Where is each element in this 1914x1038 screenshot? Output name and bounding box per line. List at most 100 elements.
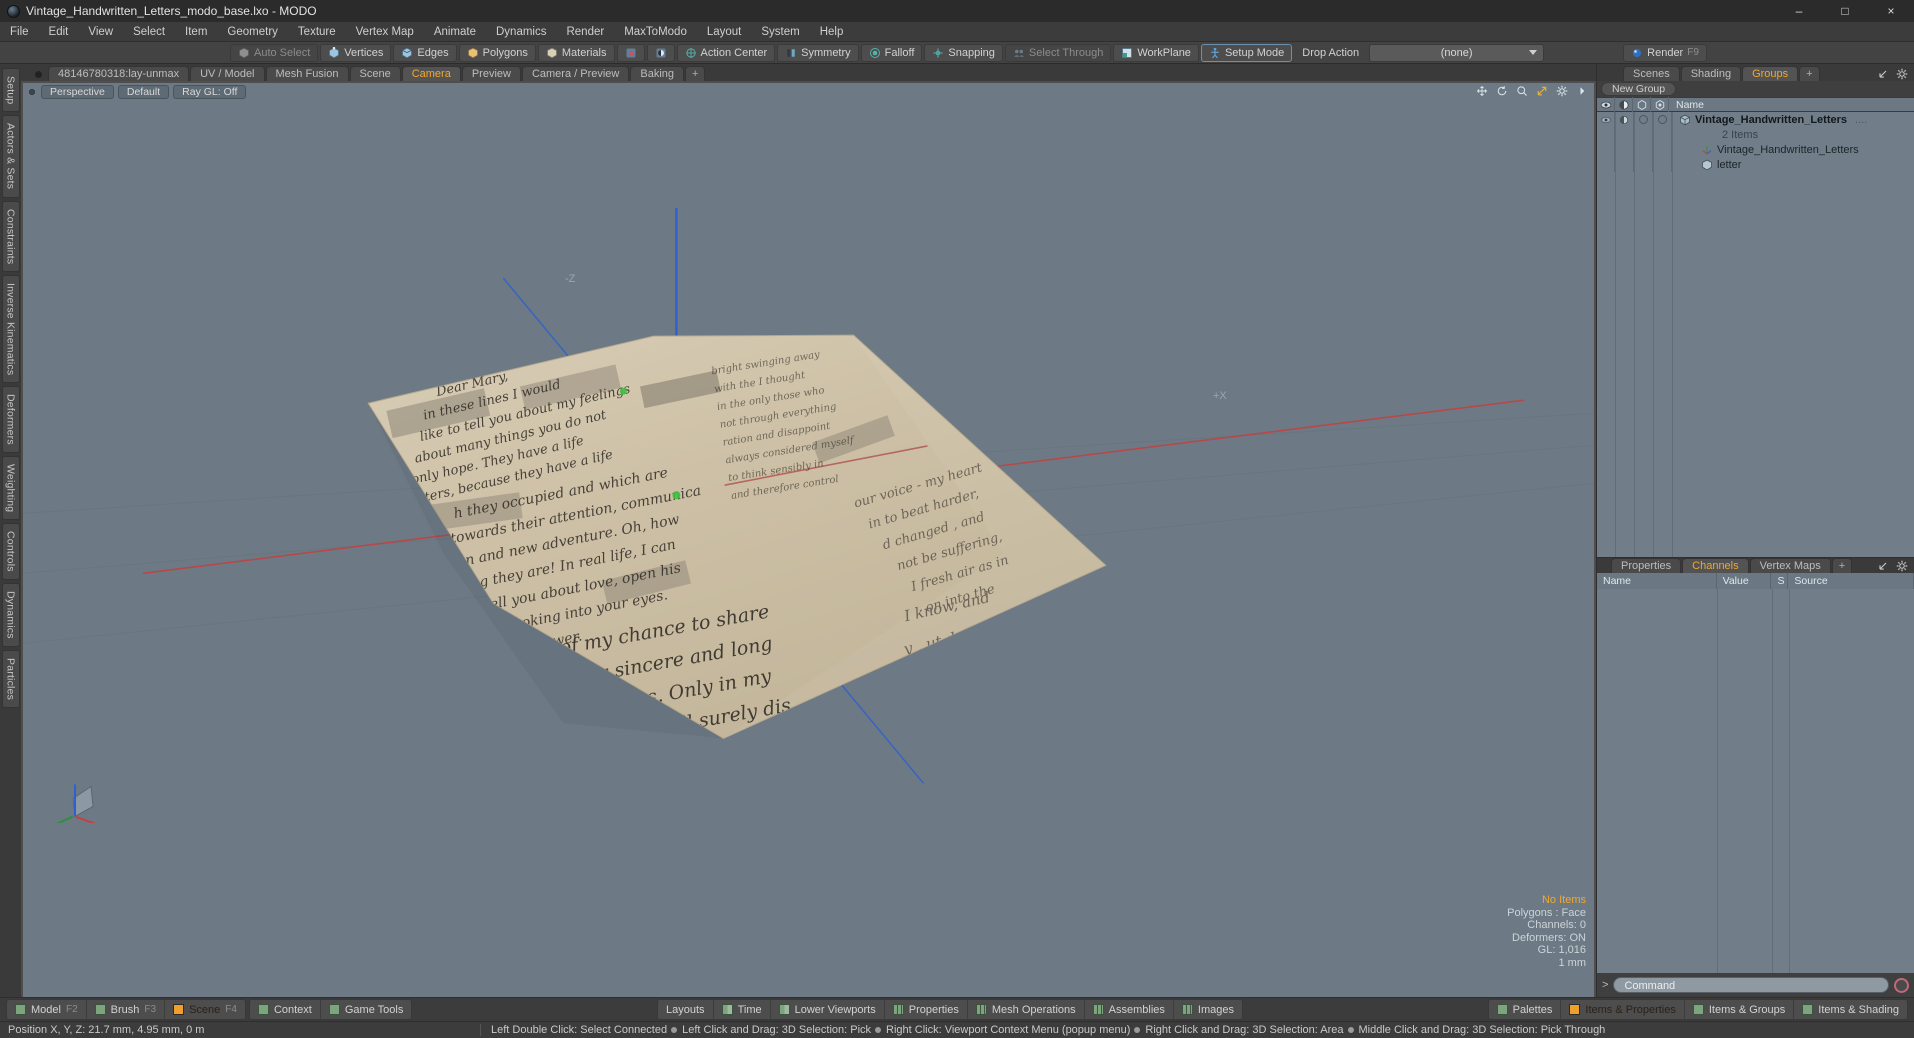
- layout-button-items-groups[interactable]: Items & Groups: [1685, 1000, 1795, 1019]
- layout-button-model[interactable]: Model F2: [7, 1000, 87, 1019]
- toolbar-button-auto-select[interactable]: Auto Select: [230, 43, 319, 62]
- tree-row-wire-cell[interactable]: [1634, 127, 1653, 142]
- viewport-raygl-chip[interactable]: Ray GL: Off: [173, 85, 247, 99]
- toolbar-button-falloff[interactable]: Falloff: [860, 43, 923, 62]
- maximize-button[interactable]: □: [1822, 0, 1868, 22]
- layout-button-assemblies[interactable]: Assemblies: [1085, 1000, 1174, 1019]
- tree-row-label-cell[interactable]: Vintage_Handwritten_Letters: [1672, 144, 1859, 156]
- channels-column-source[interactable]: Source: [1788, 572, 1914, 589]
- menu-item-vertex-map[interactable]: Vertex Map: [346, 22, 424, 42]
- toolbar-button-snapping[interactable]: Snapping: [924, 43, 1003, 62]
- record-icon[interactable]: [1894, 977, 1909, 993]
- viewport-tab-camera-preview[interactable]: Camera / Preview: [521, 66, 630, 81]
- menu-item-geometry[interactable]: Geometry: [217, 22, 288, 42]
- left-rail-tab-constraints[interactable]: Constraints: [1, 200, 20, 272]
- rotate-icon[interactable]: [1496, 85, 1508, 97]
- menu-item-dynamics[interactable]: Dynamics: [486, 22, 556, 42]
- tree-row-wire-cell[interactable]: [1634, 157, 1653, 172]
- toolbar-button-vertices[interactable]: Vertices: [320, 43, 392, 62]
- tree-row-visibility-cell[interactable]: [1597, 127, 1615, 142]
- menu-item-help[interactable]: Help: [810, 22, 854, 42]
- fit-icon[interactable]: [1536, 85, 1548, 97]
- lower-panel-tab-vertex-maps[interactable]: Vertex Maps: [1749, 557, 1831, 573]
- render-button[interactable]: Render F9: [1623, 43, 1707, 62]
- layout-button-brush[interactable]: Brush F3: [87, 1000, 166, 1019]
- tree-row-wire-cell[interactable]: [1634, 142, 1653, 157]
- viewport-tab-scene[interactable]: Scene: [349, 66, 401, 81]
- right-panel-tab-groups[interactable]: Groups: [1742, 66, 1799, 81]
- left-rail-tab-controls[interactable]: Controls: [1, 523, 20, 581]
- layout-button-scene[interactable]: Scene F4: [165, 1000, 245, 1019]
- gear-icon[interactable]: [1556, 85, 1568, 97]
- layout-button-mesh-operations[interactable]: Mesh Operations: [968, 1000, 1085, 1019]
- new-group-button[interactable]: New Group: [1601, 82, 1677, 96]
- tree-row-visibility-cell[interactable]: [1597, 142, 1615, 157]
- viewport-tab-camera[interactable]: Camera: [401, 66, 461, 81]
- menu-item-layout[interactable]: Layout: [697, 22, 752, 42]
- layout-button-game-tools[interactable]: Game Tools: [321, 1000, 411, 1019]
- right-panel-tab-add[interactable]: +: [1799, 66, 1820, 81]
- toolbar-button-setup-mode[interactable]: Setup Mode: [1200, 43, 1293, 62]
- command-arrow[interactable]: >: [1602, 979, 1608, 991]
- tree-row-lock-cell[interactable]: [1653, 157, 1672, 172]
- layout-button-properties[interactable]: Properties: [885, 1000, 968, 1019]
- gear-icon[interactable]: [1896, 68, 1908, 80]
- toolbar-button-paint-sphere-icon[interactable]: [646, 43, 675, 62]
- layout-button-images[interactable]: Images: [1174, 1000, 1242, 1019]
- menu-item-edit[interactable]: Edit: [39, 22, 79, 42]
- zoom-icon[interactable]: [1516, 85, 1528, 97]
- tree-row-render-cell[interactable]: [1615, 127, 1634, 142]
- menu-item-animate[interactable]: Animate: [424, 22, 486, 42]
- tree-row-visibility-cell[interactable]: [1597, 157, 1615, 172]
- viewport-tab-baking[interactable]: Baking: [630, 66, 685, 81]
- layout-button-palettes[interactable]: Palettes: [1489, 1000, 1562, 1019]
- lower-panel-tab-channels[interactable]: Channels: [1682, 557, 1749, 573]
- viewport-menu-dot[interactable]: [29, 89, 35, 95]
- left-rail-tab-setup[interactable]: Setup: [1, 68, 20, 113]
- render-icon[interactable]: [1618, 114, 1630, 126]
- viewport-tab-menu-dot[interactable]: [35, 71, 42, 78]
- menu-item-select[interactable]: Select: [123, 22, 175, 42]
- expand-icon[interactable]: [1877, 560, 1889, 572]
- menu-item-view[interactable]: View: [78, 22, 123, 42]
- left-rail-tab-inverse-kinematics[interactable]: Inverse Kinematics: [1, 274, 20, 384]
- tree-row-render-cell[interactable]: [1615, 112, 1634, 127]
- item-tree[interactable]: Vintage_Handwritten_Letters.... 2 Items Vi…: [1597, 112, 1914, 557]
- menu-item-file[interactable]: File: [0, 22, 39, 42]
- tree-row-visibility-cell[interactable]: [1597, 112, 1615, 127]
- menu-item-maxtomodo[interactable]: MaxToModo: [614, 22, 697, 42]
- tree-row-lock-cell[interactable]: [1653, 112, 1672, 127]
- expand-icon[interactable]: [1877, 68, 1889, 80]
- channels-column-s[interactable]: S: [1771, 572, 1789, 589]
- drop-action-select[interactable]: (none): [1369, 43, 1545, 62]
- layout-button-items-properties[interactable]: Items & Properties: [1561, 1000, 1685, 1019]
- lower-panel-tab-add[interactable]: +: [1831, 557, 1853, 573]
- minimize-button[interactable]: –: [1776, 0, 1822, 22]
- viewport-style-chip[interactable]: Default: [117, 85, 170, 99]
- layout-button-context[interactable]: Context: [250, 1000, 321, 1019]
- chevron-right-icon[interactable]: [1576, 85, 1588, 97]
- viewport-tab-mesh-fusion[interactable]: Mesh Fusion: [265, 66, 349, 81]
- move-icon[interactable]: [1476, 85, 1488, 97]
- lower-panel-tab-properties[interactable]: Properties: [1611, 557, 1682, 573]
- viewport-projection-chip[interactable]: Perspective: [41, 85, 114, 99]
- left-rail-tab-particles[interactable]: Particles: [1, 649, 20, 708]
- toolbar-button-action-center[interactable]: Action Center: [676, 43, 776, 62]
- right-panel-tab-scenes[interactable]: Scenes: [1623, 66, 1680, 81]
- tree-row[interactable]: 2 Items: [1597, 127, 1914, 142]
- close-button[interactable]: ×: [1868, 0, 1914, 22]
- toolbar-button-edges[interactable]: Edges: [393, 43, 457, 62]
- channels-column-name[interactable]: Name: [1597, 572, 1717, 589]
- toolbar-button-symmetry[interactable]: Symmetry: [777, 43, 859, 62]
- perspective-viewport[interactable]: Dear Mary, in these lines I would like t…: [23, 83, 1594, 997]
- tree-row-render-cell[interactable]: [1615, 157, 1634, 172]
- tree-row-label-cell[interactable]: 2 Items: [1672, 129, 1758, 141]
- left-rail-tab-dynamics[interactable]: Dynamics: [1, 583, 20, 647]
- layout-button-layouts[interactable]: Layouts: [658, 1000, 714, 1019]
- tree-row-label-cell[interactable]: Vintage_Handwritten_Letters....: [1672, 114, 1867, 126]
- tree-row-label-cell[interactable]: letter: [1672, 159, 1741, 171]
- tree-row-render-cell[interactable]: [1615, 142, 1634, 157]
- wire-toggle[interactable]: [1638, 115, 1648, 124]
- toolbar-button-select-through[interactable]: Select Through: [1004, 43, 1112, 62]
- tree-row[interactable]: letter: [1597, 157, 1914, 172]
